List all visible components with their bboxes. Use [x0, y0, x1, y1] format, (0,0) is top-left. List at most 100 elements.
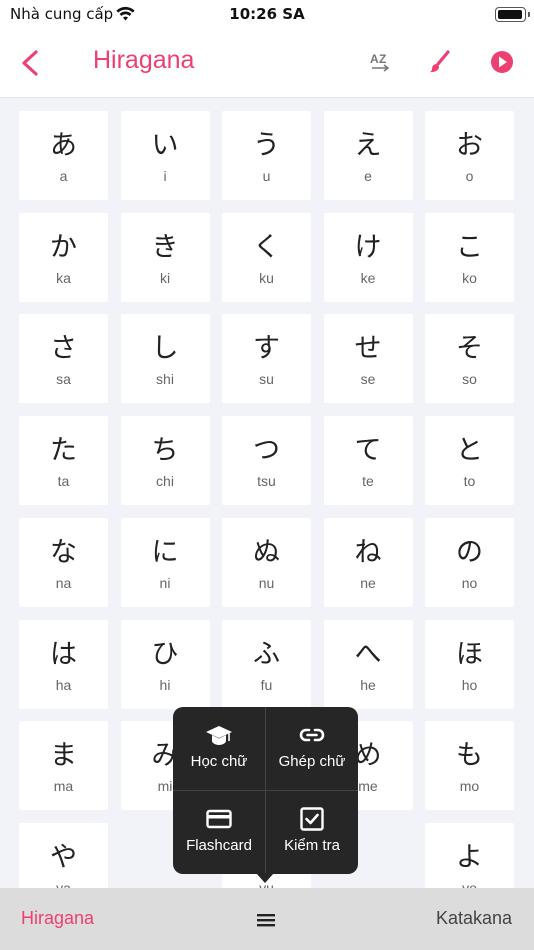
popup-item-label: Ghép chữ: [278, 753, 346, 770]
kana-cell[interactable]: か ka: [19, 212, 108, 302]
status-time: 10:26 SA: [229, 5, 305, 23]
popup-item-flashcard[interactable]: Flashcard: [173, 791, 265, 874]
kana-character: さ: [50, 333, 77, 365]
kana-character: そ: [456, 333, 483, 365]
nav-bar: Hiragana A Z: [0, 30, 534, 98]
kana-romaji: na: [55, 574, 72, 591]
kana-romaji: o: [465, 168, 474, 184]
kana-romaji: u: [262, 168, 271, 184]
brush-icon[interactable]: [426, 48, 454, 76]
svg-text:A: A: [370, 52, 379, 66]
svg-text:Z: Z: [379, 52, 386, 66]
popup-item-test[interactable]: Kiểm tra: [266, 791, 358, 874]
kana-romaji: ho: [461, 676, 478, 693]
kana-cell[interactable]: な na: [19, 517, 108, 607]
kana-romaji: ta: [57, 473, 70, 490]
kana-romaji: ya: [56, 879, 71, 888]
kana-cell[interactable]: こ ko: [425, 212, 514, 302]
kana-cell[interactable]: し shi: [120, 314, 210, 404]
kana-romaji: shi: [156, 371, 174, 388]
popup-item-label: Flashcard: [186, 837, 252, 854]
kana-cell[interactable]: の no: [425, 517, 514, 607]
kana-cell[interactable]: す su: [222, 314, 311, 404]
kana-cell[interactable]: ね ne: [323, 517, 413, 607]
kana-cell[interactable]: ほ ho: [425, 619, 514, 709]
kana-character: に: [151, 536, 179, 568]
kana-character: の: [456, 536, 483, 568]
bottom-bar: Hiragana Katakana: [0, 888, 534, 950]
kana-cell[interactable]: えe: [323, 111, 413, 200]
kana-cell[interactable]: と to: [425, 416, 514, 506]
status-bar: Nhà cung cấp 10:26 SA: [0, 0, 534, 30]
kana-romaji: nu: [258, 574, 275, 591]
popup-item-match[interactable]: Ghép chữ: [266, 707, 358, 790]
page-title: Hiragana: [93, 46, 195, 74]
kana-romaji: su: [259, 371, 274, 388]
kana-character: か: [50, 231, 77, 263]
kana-cell[interactable]: ち chi: [120, 416, 210, 506]
kana-character: た: [50, 435, 77, 467]
kana-character: す: [253, 333, 280, 365]
kana-character: は: [50, 638, 77, 670]
sort-az-icon[interactable]: A Z: [366, 48, 394, 76]
kana-character: く: [253, 231, 280, 263]
kana-cell[interactable]: へ he: [323, 619, 413, 709]
kana-romaji: ke: [360, 269, 376, 286]
kana-cell[interactable]: て te: [323, 416, 413, 506]
play-circle-icon[interactable]: [488, 48, 516, 76]
kana-romaji: ka: [56, 269, 71, 286]
kana-cell[interactable]: に ni: [120, 517, 210, 607]
kana-character: も: [456, 740, 483, 772]
kana-cell[interactable]: さ sa: [19, 314, 108, 404]
kana-character: せ: [354, 333, 382, 365]
kana-cell[interactable]: ま ma: [19, 721, 108, 811]
kana-character: ぬ: [253, 536, 280, 568]
kana-cell[interactable]: あa: [19, 111, 108, 200]
kana-character: い: [151, 130, 179, 161]
kana-cell[interactable]: け ke: [323, 212, 413, 302]
back-chevron-icon[interactable]: [16, 48, 44, 78]
kana-romaji: he: [360, 676, 376, 693]
kana-cell[interactable]: も mo: [425, 721, 514, 811]
kana-romaji: te: [362, 473, 374, 490]
kana-romaji: to: [463, 473, 476, 490]
kana-character: や: [50, 841, 77, 873]
kana-cell[interactable]: は ha: [19, 619, 108, 709]
kana-cell[interactable]: いi: [120, 111, 210, 200]
kana-character: な: [50, 536, 77, 568]
kana-cell[interactable]: く ku: [222, 212, 311, 302]
kana-romaji: ku: [259, 269, 274, 286]
kana-cell[interactable]: おo: [425, 111, 514, 200]
kana-character: ほ: [456, 638, 483, 670]
kana-cell[interactable]: そ so: [425, 314, 514, 404]
kana-cell[interactable]: よ yo: [425, 822, 514, 888]
kana-character: と: [456, 435, 483, 467]
tab-katakana[interactable]: Katakana: [436, 908, 512, 929]
kana-character: ひ: [151, 638, 179, 670]
kana-character: へ: [354, 638, 382, 670]
kana-romaji: ki: [159, 269, 171, 286]
kana-cell[interactable]: ふ fu: [222, 619, 311, 709]
kana-character: き: [151, 231, 179, 263]
tab-hiragana[interactable]: Hiragana: [21, 908, 94, 929]
kana-character: あ: [50, 130, 77, 161]
checkbox-icon: [300, 807, 324, 831]
kana-romaji: sa: [56, 371, 71, 388]
popup-item-learn[interactable]: Học chữ: [173, 707, 265, 790]
battery-icon: [495, 7, 530, 22]
kana-cell[interactable]: ぬ nu: [222, 517, 311, 607]
graduation-cap-icon: [206, 726, 232, 745]
kana-cell[interactable]: うu: [222, 111, 311, 200]
kana-character: し: [151, 333, 179, 365]
kana-character: こ: [456, 231, 483, 263]
kana-cell[interactable]: き ki: [120, 212, 210, 302]
kana-cell[interactable]: や ya: [19, 822, 108, 888]
kana-cell[interactable]: ひ hi: [120, 619, 210, 709]
kana-cell[interactable]: つ tsu: [222, 416, 311, 506]
kana-cell[interactable]: た ta: [19, 416, 108, 506]
kana-character: え: [354, 130, 382, 161]
kana-cell[interactable]: せ se: [323, 314, 413, 404]
menu-icon[interactable]: [255, 910, 277, 930]
action-popup-menu: Học chữ Ghép chữ Flashcard Kiểm tra: [173, 707, 358, 883]
kana-romaji: mo: [459, 778, 480, 795]
